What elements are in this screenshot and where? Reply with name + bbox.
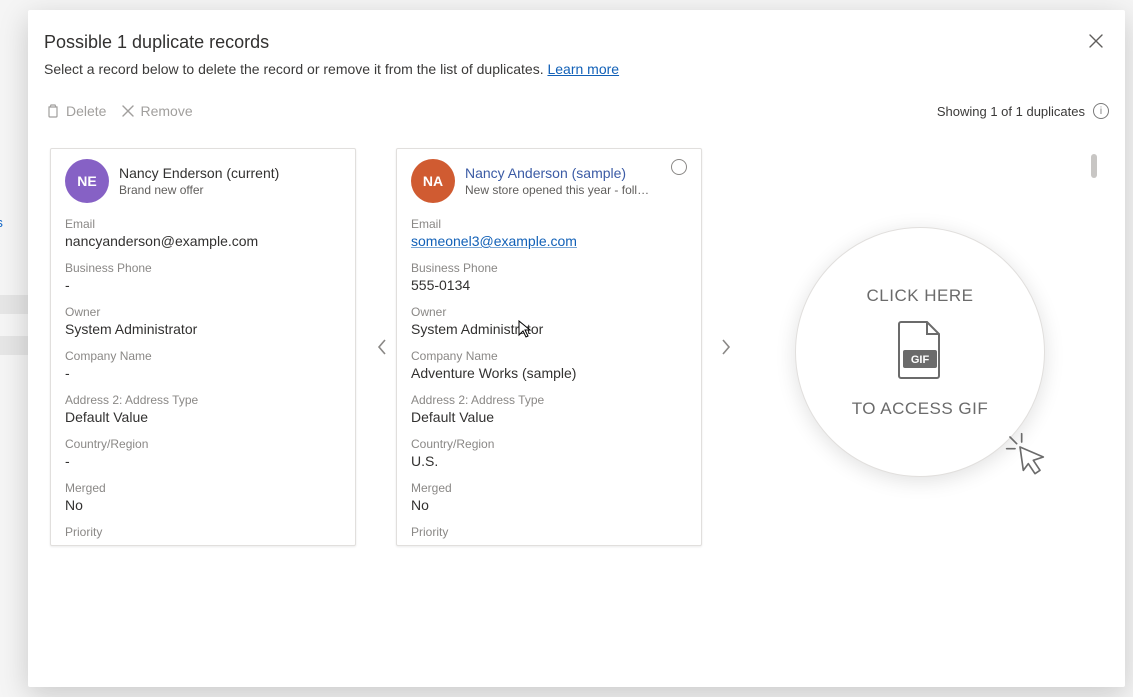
field-label: Email — [411, 217, 687, 231]
field-label: Merged — [65, 481, 341, 495]
scrollbar-thumb[interactable] — [1091, 154, 1097, 178]
record-name: Nancy Enderson (current) — [119, 165, 279, 181]
field-value: - — [65, 277, 341, 293]
record-fields: Email someonel3@example.com Business Phon… — [411, 217, 687, 539]
dialog-body: NE Nancy Enderson (current) Brand new of… — [28, 132, 1125, 687]
overlay-line1: CLICK HERE — [866, 286, 973, 306]
subtitle-text: Select a record below to delete the reco… — [44, 61, 547, 77]
chevron-right-icon — [721, 339, 731, 355]
duplicate-records-dialog: Possible 1 duplicate records Select a re… — [28, 10, 1125, 687]
dialog-subtitle: Select a record below to delete the reco… — [28, 61, 1125, 91]
click-cursor-icon — [1005, 432, 1055, 482]
remove-button[interactable]: Remove — [114, 99, 200, 123]
field-value: System Administrator — [411, 321, 687, 337]
field-value: Adventure Works (sample) — [411, 365, 687, 381]
field-value: U.S. — [411, 453, 687, 469]
field-value: 555-0134 — [411, 277, 687, 293]
record-card-current[interactable]: NE Nancy Enderson (current) Brand new of… — [50, 148, 356, 546]
field-label: Address 2: Address Type — [65, 393, 341, 407]
field-value: No — [411, 497, 687, 513]
record-card-duplicate[interactable]: NA Nancy Anderson (sample) New store ope… — [396, 148, 702, 546]
record-name[interactable]: Nancy Anderson (sample) — [465, 165, 655, 181]
close-icon — [1089, 34, 1103, 48]
dialog-toolbar: Delete Remove Showing 1 of 1 duplicates … — [28, 91, 1125, 132]
delete-label: Delete — [66, 103, 106, 119]
field-value: nancyanderson@example.com — [65, 233, 341, 249]
field-label: Owner — [411, 305, 687, 319]
svg-text:GIF: GIF — [911, 354, 930, 366]
field-value[interactable]: someonel3@example.com — [411, 233, 687, 249]
gif-file-icon: GIF — [895, 320, 945, 385]
showing-count: Showing 1 of 1 duplicates i — [937, 103, 1109, 119]
avatar: NA — [411, 159, 455, 203]
field-label: Merged — [411, 481, 687, 495]
dialog-header: Possible 1 duplicate records — [28, 10, 1125, 61]
overlay-line2: TO ACCESS GIF — [852, 399, 989, 419]
field-label: Country/Region — [411, 437, 687, 451]
remove-label: Remove — [140, 103, 192, 119]
field-label: Country/Region — [65, 437, 341, 451]
field-value: Default Value — [411, 409, 687, 425]
avatar: NE — [65, 159, 109, 203]
field-label: Business Phone — [411, 261, 687, 275]
select-radio[interactable] — [671, 159, 687, 175]
field-value: No — [65, 497, 341, 513]
learn-more-link[interactable]: Learn more — [547, 61, 619, 77]
record-fields: Email nancyanderson@example.com Business … — [65, 217, 341, 539]
field-label: Owner — [65, 305, 341, 319]
record-desc: New store opened this year - follow… — [465, 183, 655, 197]
field-label: Company Name — [411, 349, 687, 363]
field-value: Default Value — [65, 409, 341, 425]
field-label: Priority — [411, 525, 687, 539]
dialog-title: Possible 1 duplicate records — [44, 32, 1099, 53]
record-cards: NE Nancy Enderson (current) Brand new of… — [50, 148, 702, 546]
close-button[interactable] — [1083, 28, 1109, 54]
field-value: - — [65, 453, 341, 469]
gif-access-overlay[interactable]: CLICK HERE GIF TO ACCESS GIF — [795, 227, 1045, 477]
field-label: Priority — [65, 525, 341, 539]
next-arrow[interactable] — [714, 332, 738, 362]
field-label: Company Name — [65, 349, 341, 363]
field-label: Business Phone — [65, 261, 341, 275]
showing-text: Showing 1 of 1 duplicates — [937, 104, 1085, 119]
field-value: System Administrator — [65, 321, 341, 337]
field-value: - — [65, 365, 341, 381]
x-icon — [122, 105, 134, 117]
delete-button[interactable]: Delete — [38, 99, 114, 123]
field-label: Address 2: Address Type — [411, 393, 687, 407]
trash-icon — [46, 104, 60, 118]
info-icon[interactable]: i — [1093, 103, 1109, 119]
record-desc: Brand new offer — [119, 183, 279, 197]
field-label: Email — [65, 217, 341, 231]
